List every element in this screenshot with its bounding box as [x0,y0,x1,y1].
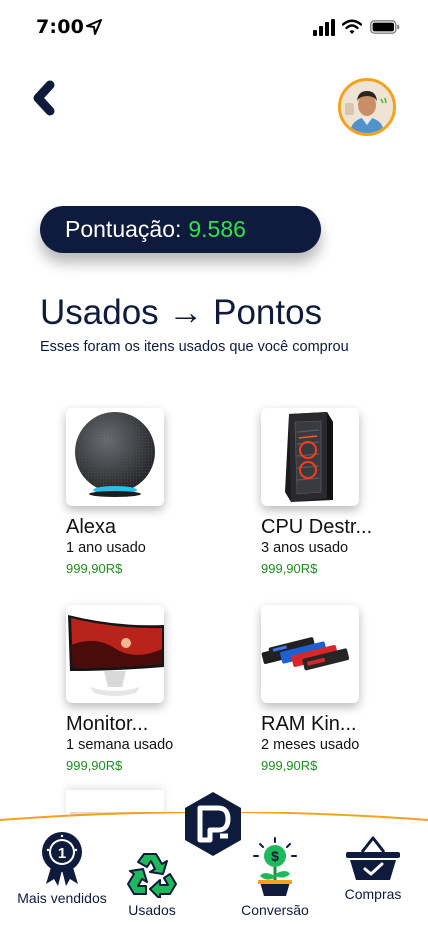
product-usage-time: 1 ano usado [66,540,146,556]
product-image [261,605,359,703]
home-logo-button[interactable] [182,790,244,858]
product-card[interactable]: CPU Destr... 3 anos usado 999,90R$ [261,408,411,576]
battery-icon [370,20,400,34]
svg-text:$: $ [271,848,279,864]
product-price: 999,90R$ [261,758,318,773]
svg-text:1: 1 [58,845,66,862]
product-card[interactable]: Monitor... 1 semana usado 999,90R$ [66,605,216,773]
location-arrow-icon [86,19,102,35]
product-image [261,408,359,506]
status-bar: 7:00 [0,0,428,54]
product-usage-time: 2 meses usado [261,737,360,753]
product-usage-time: 3 anos usado [261,540,349,556]
nav-item-mais-vendidos[interactable]: 1 Mais vendidos [14,830,110,906]
product-price: 999,90R$ [66,758,123,773]
page-title: Usados → Pontos [40,293,323,332]
product-image [66,605,164,703]
nav-label: Compras [344,886,402,902]
nav-label: Usados [128,902,176,918]
nav-item-compras[interactable]: Compras [334,834,412,902]
score-label: Pontuação: [65,216,182,242]
product-image [66,408,164,506]
basket-icon [346,836,400,880]
nav-item-conversao[interactable]: $ Conversão [232,836,318,918]
pc-case [285,412,333,502]
product-card[interactable]: Alexa 1 ano usado 999,90R$ [66,408,216,576]
product-price: 999,90R$ [66,561,123,576]
product-name: CPU Destr... [261,516,373,538]
nav-label: Conversão [241,902,309,918]
product-price: 999,90R$ [261,561,318,576]
cellular-signal-icon [313,19,335,36]
back-button[interactable] [30,80,58,116]
logo-hexagon-icon [185,792,241,856]
wifi-icon [342,19,362,34]
curved-monitor [68,615,164,696]
score-card: Pontuação: 9.586 [40,206,321,253]
product-name: RAM Kin... [261,713,357,735]
status-time: 7:00 [36,16,85,38]
page-subtitle: Esses foram os itens usados que você com… [40,339,349,355]
chevron-left-icon [33,80,55,116]
product-usage-time: 1 semana usado [66,737,174,753]
score-value: 9.586 [188,216,246,242]
ram-sticks [261,637,350,671]
money-plant-icon: $ [253,837,297,896]
product-name: Monitor... [66,713,149,735]
user-avatar [341,81,393,133]
smart-speaker [75,412,155,497]
product-card[interactable]: RAM Kin... 2 meses usado 999,90R$ [261,605,411,773]
avatar[interactable] [338,78,396,136]
medal-icon: 1 [42,832,82,886]
nav-label: Mais vendidos [17,890,107,906]
product-name: Alexa [66,516,117,538]
nav-item-usados[interactable]: Usados [112,848,192,918]
recycle-icon [127,853,177,900]
